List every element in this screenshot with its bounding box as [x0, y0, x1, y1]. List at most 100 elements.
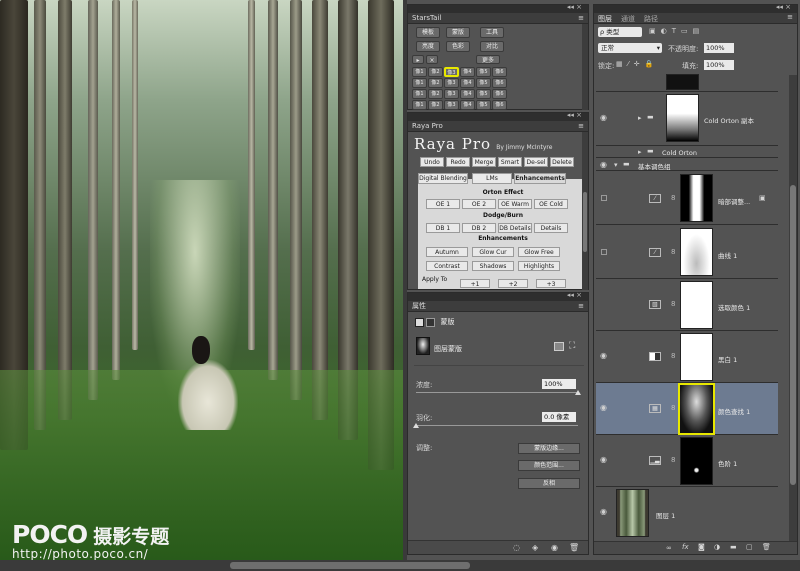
feather-slider-thumb[interactable]	[413, 423, 419, 428]
layer-row-levels[interactable]: ◉ ▁▃ 8 色阶 1	[596, 435, 778, 487]
starstail-preset-button[interactable]: 像6	[492, 89, 507, 99]
filter-icons[interactable]: ▣◐T▭▤	[649, 27, 704, 35]
panel-collapse-strip[interactable]: ◂◂ ×	[594, 3, 797, 13]
collapse-icon[interactable]: ◂◂ ×	[567, 111, 582, 119]
layer-mask-thumbnail[interactable]	[680, 228, 713, 276]
density-slider[interactable]	[416, 390, 581, 395]
apply-to-button[interactable]: +1	[460, 279, 490, 288]
layer-mask-thumbnail[interactable]	[680, 174, 713, 222]
starstail-button[interactable]: ×	[426, 55, 438, 64]
dodge-burn-button[interactable]: DB 1	[426, 223, 460, 233]
starstail-button[interactable]: 模板	[416, 27, 440, 38]
mask-edge-button[interactable]: 蒙版边缘...	[518, 443, 580, 454]
starstail-button[interactable]: 色彩	[446, 41, 470, 52]
visibility-checkbox[interactable]	[601, 249, 607, 255]
raya-tab[interactable]: LMs	[472, 173, 512, 184]
collapse-group-icon[interactable]: ▾	[614, 161, 618, 169]
eye-icon[interactable]: ◉	[600, 160, 607, 169]
panel-menu-icon[interactable]: ≡	[578, 301, 584, 312]
apply-to-button[interactable]: +2	[498, 279, 528, 288]
enhancement-button[interactable]: Glow Cur	[472, 247, 514, 257]
orton-button[interactable]: OE 2	[462, 199, 496, 209]
eye-icon[interactable]: ◉	[600, 403, 607, 412]
lock-icons[interactable]: ▦⁄✛🔒	[616, 60, 658, 68]
starstail-preset-button[interactable]: 像1	[412, 67, 427, 77]
properties-title[interactable]: 属性 ≡	[408, 301, 588, 312]
panel-collapse-strip[interactable]: ◂◂ ×	[408, 3, 588, 13]
layer-mask-thumbnail[interactable]	[680, 281, 713, 329]
starstail-preset-button[interactable]: 像4	[460, 67, 475, 77]
fill-input[interactable]: 100%	[704, 60, 734, 70]
kind-filter-select[interactable]: ρ 类型	[598, 27, 642, 37]
raya-toolbar-button[interactable]: Smart	[498, 157, 522, 167]
starstail-button[interactable]: 亮度	[416, 41, 440, 52]
feather-slider[interactable]	[413, 423, 578, 428]
panel-menu-icon[interactable]: ≡	[578, 121, 584, 132]
layers-scrollbar[interactable]	[789, 75, 797, 541]
visibility-icon[interactable]: ◉	[551, 543, 558, 552]
starstail-preset-button[interactable]: 像6	[492, 78, 507, 88]
tab-channels[interactable]: 通道	[621, 14, 635, 24]
layer-mask-thumbnail-selected[interactable]	[678, 383, 715, 435]
starstail-preset-button[interactable]: 像5	[476, 89, 491, 99]
blend-mode-select[interactable]: 正常 ▾	[598, 43, 662, 53]
layer-row-color-lookup[interactable]: ◉ ▦ 8 颜色查找 1	[596, 383, 778, 435]
vector-mask-icon[interactable]	[426, 317, 436, 327]
enhancement-button[interactable]: Contrast	[426, 261, 468, 271]
raya-toolbar-button[interactable]: Redo	[446, 157, 470, 167]
load-selection-icon[interactable]: ◌	[513, 543, 520, 552]
adjustment-icon[interactable]: ◑	[714, 543, 720, 551]
eye-icon[interactable]: ◉	[600, 113, 607, 122]
raya-scrollbar[interactable]	[582, 132, 588, 290]
starstail-preset-button[interactable]: 像3	[444, 78, 459, 88]
layer-row-selective-color[interactable]: ▧ 8 选取颜色 1	[596, 279, 778, 331]
expand-icon[interactable]: ▸	[638, 114, 642, 122]
layer-row-cold-orton[interactable]: ▸ ▬ Cold Orton	[596, 146, 778, 158]
panel-menu-icon[interactable]: ≡	[578, 13, 584, 24]
layer-mask-thumbnail[interactable]	[666, 74, 699, 90]
density-slider-thumb[interactable]	[575, 390, 581, 395]
raya-toolbar-button[interactable]: Merge	[472, 157, 496, 167]
apply-mask-icon[interactable]: ⛶	[569, 341, 575, 351]
eye-icon[interactable]: ◉	[600, 455, 607, 464]
fx-icon[interactable]: fx	[682, 543, 689, 551]
starstail-button[interactable]: 工具	[480, 27, 504, 38]
starstail-title[interactable]: StarsTail ≡	[408, 13, 588, 24]
starstail-preset-button[interactable]: 像6	[492, 100, 507, 110]
trash-icon[interactable]: 🗑	[762, 543, 771, 551]
orton-button[interactable]: OE Warm	[498, 199, 532, 209]
raya-title[interactable]: Raya Pro ≡	[408, 121, 588, 132]
starstail-scrollbar[interactable]	[582, 24, 588, 110]
raya-toolbar-button[interactable]: Undo	[420, 157, 444, 167]
new-layer-icon[interactable]: ▢	[746, 543, 753, 551]
collapse-icon[interactable]: ◂◂ ×	[567, 291, 582, 299]
starstail-preset-button[interactable]: 像1	[412, 78, 427, 88]
panel-menu-icon[interactable]: ≡	[787, 13, 793, 21]
orton-button[interactable]: OE Cold	[534, 199, 568, 209]
color-range-button[interactable]: 颜色范围...	[518, 460, 580, 471]
select-mask-icon[interactable]	[554, 342, 564, 351]
expand-icon[interactable]: ▸	[638, 148, 642, 156]
tab-layers[interactable]: 图层	[598, 14, 612, 24]
link-icon[interactable]: ∞	[666, 544, 672, 552]
horizontal-scrollbar-thumb[interactable]	[230, 562, 470, 569]
starstail-preset-button[interactable]: 像1	[412, 100, 427, 110]
mask-icon[interactable]: ◙	[698, 543, 705, 551]
opacity-input[interactable]: 100%	[704, 43, 734, 53]
properties-tab-mask[interactable]: 蒙版	[440, 318, 454, 326]
enhancement-button[interactable]: Glow Free	[518, 247, 560, 257]
group-icon[interactable]: ▬	[730, 543, 737, 551]
starstail-preset-button[interactable]: 像2	[428, 78, 443, 88]
starstail-preset-button[interactable]: 像5	[476, 67, 491, 77]
starstail-more-button[interactable]: 更多	[476, 55, 500, 64]
apply-icon[interactable]: ◈	[532, 543, 538, 552]
visibility-checkbox[interactable]	[601, 195, 607, 201]
dodge-burn-button[interactable]: DB Details	[498, 223, 532, 233]
dodge-burn-button[interactable]: Details	[534, 223, 568, 233]
starstail-button[interactable]: 蒙版	[446, 27, 470, 38]
starstail-preset-button[interactable]: 像4	[460, 78, 475, 88]
enhancement-button[interactable]: Shadows	[472, 261, 514, 271]
layer-row-shadow-adjust[interactable]: ⁄ 8 暗部调整... ▣	[596, 171, 778, 225]
layer-row-black-white[interactable]: ◉ 8 黑白 1	[596, 331, 778, 383]
pixel-mask-icon[interactable]	[415, 317, 424, 327]
